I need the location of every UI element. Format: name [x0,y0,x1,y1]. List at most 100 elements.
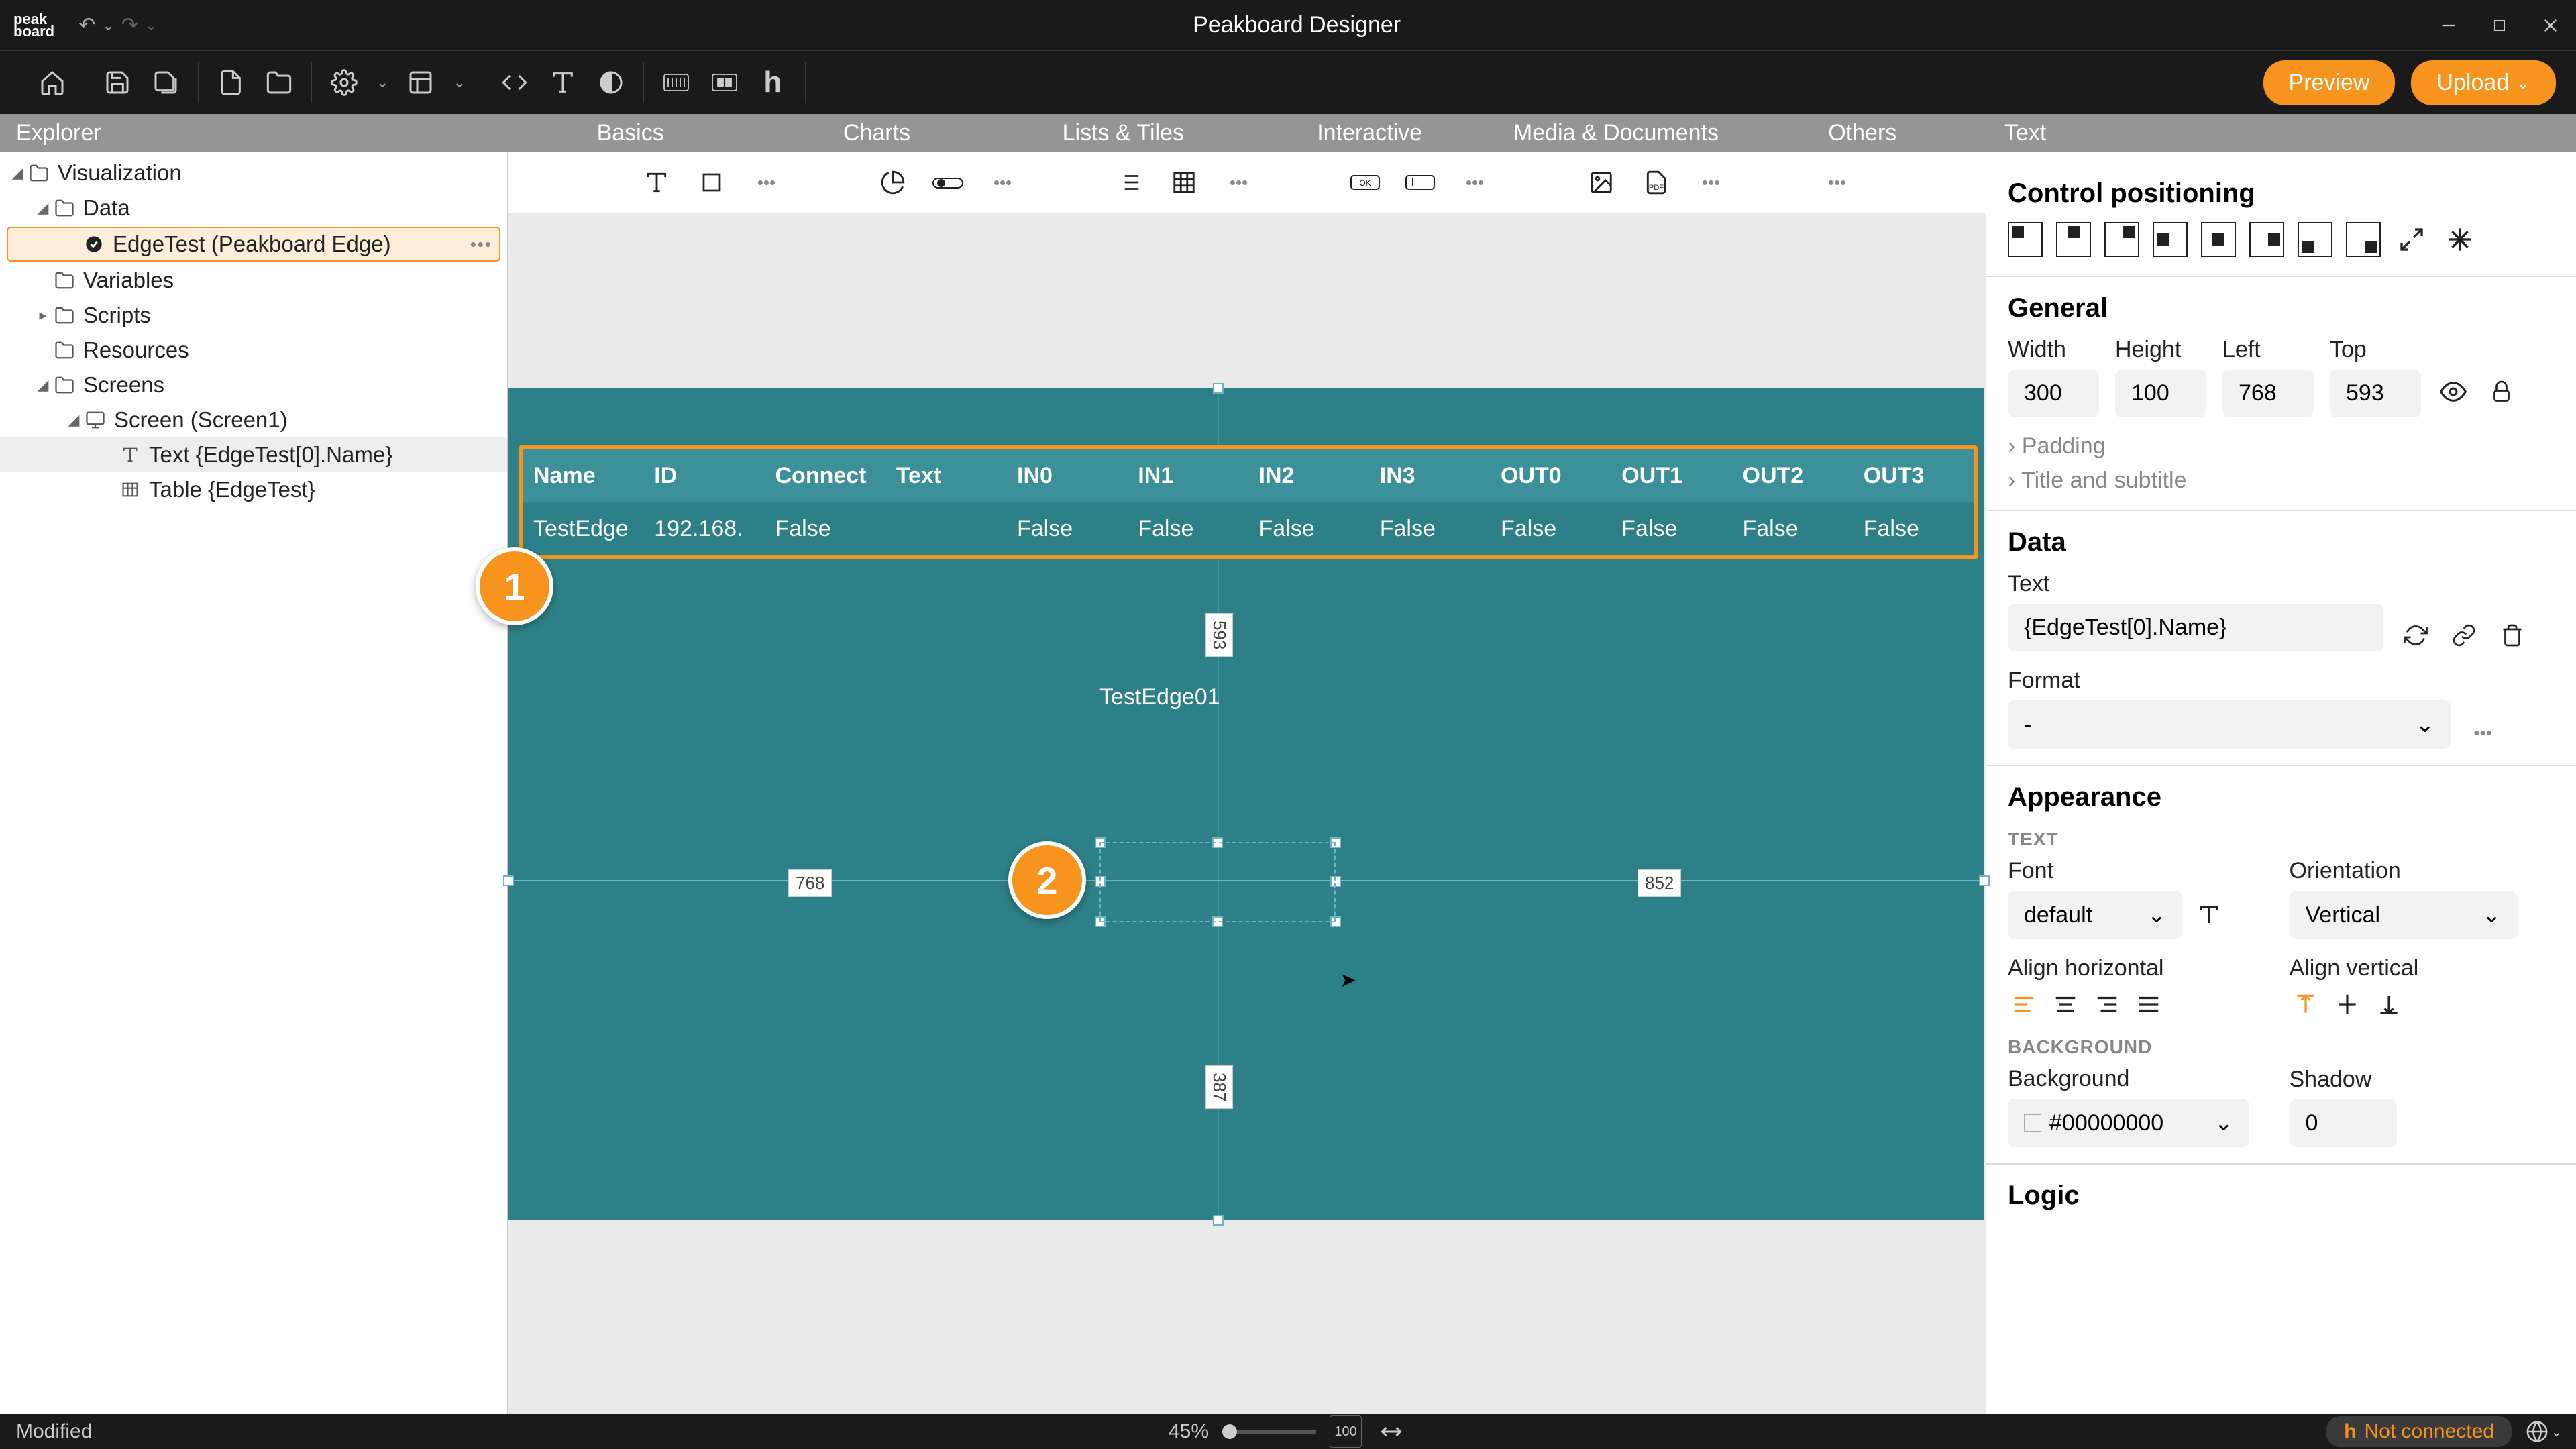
align-bottom-icon[interactable] [2373,988,2405,1020]
link-icon[interactable] [2448,619,2480,651]
font-icon[interactable] [547,66,579,99]
pos-mid-right-icon[interactable] [2249,222,2284,257]
grid-icon[interactable] [1168,166,1200,199]
globe-icon[interactable]: ⌄ [2528,1415,2560,1448]
more-icon[interactable]: ••• [1223,166,1255,199]
tree-screen1[interactable]: ◢Screen (Screen1) [0,402,507,437]
chevron-down-icon[interactable]: ⌄ [376,74,388,91]
pos-top-right-icon[interactable] [2104,222,2139,257]
background-input[interactable]: #00000000⌄ [2008,1099,2249,1147]
tree-screens[interactable]: ◢Screens [0,368,507,402]
more-icon[interactable]: ••• [470,234,492,255]
font-edit-icon[interactable] [2193,899,2225,931]
align-middle-icon[interactable] [2331,988,2363,1020]
close-icon[interactable] [2538,13,2563,38]
align-right-icon[interactable] [2091,988,2123,1020]
tree-data[interactable]: ◢Data [0,191,507,225]
expand-icon[interactable] [2394,222,2429,257]
home-icon[interactable] [36,66,68,99]
align-top-icon[interactable] [2290,988,2322,1020]
redo-dropdown-icon[interactable]: ⌄ [145,17,157,34]
pos-bot-left-icon[interactable] [2298,222,2332,257]
more-icon[interactable]: ••• [1695,166,1727,199]
tree-text-item[interactable]: Text {EdgeTest[0].Name} [0,437,507,472]
guide-handle[interactable] [1213,383,1224,394]
delete-icon[interactable] [2496,619,2528,651]
gauge-icon[interactable] [932,166,964,199]
text-value-input[interactable] [2008,604,2383,651]
tree-visualization[interactable]: ◢Visualization [0,156,507,191]
save-all-icon[interactable] [150,66,182,99]
top-input[interactable] [2330,370,2421,417]
padding-disclosure[interactable]: › Padding [2008,433,2555,460]
pos-bot-right-icon[interactable] [2346,222,2381,257]
input-icon[interactable] [1404,166,1436,199]
preview-button[interactable]: Preview [2263,60,2396,105]
tree-data-item[interactable]: EdgeTest (Peakboard Edge)••• [7,227,500,262]
pos-top-left-icon[interactable] [2008,222,2043,257]
qr-icon[interactable] [708,66,741,99]
text-control-icon[interactable] [641,166,673,199]
align-center-icon[interactable] [2049,988,2082,1020]
zoom-thumb[interactable] [1222,1424,1237,1439]
tree-variables[interactable]: Variables [0,263,507,298]
pos-mid-left-icon[interactable] [2153,222,2188,257]
pos-center-icon[interactable] [2201,222,2236,257]
pie-chart-icon[interactable] [877,166,909,199]
canvas-stage[interactable]: 593 387 Name ID Connect Text IN0 IN1 IN2… [508,213,1986,1414]
redo-icon[interactable]: ↷ [121,13,138,37]
new-file-icon[interactable] [215,66,247,99]
lock-icon[interactable] [2485,376,2518,408]
tab-interactive[interactable]: Interactive [1246,114,1493,152]
collapse-icon[interactable]: ◢ [34,199,52,217]
barcode-icon[interactable] [660,66,692,99]
shrink-icon[interactable] [2443,222,2477,257]
list-icon[interactable] [1113,166,1145,199]
refresh-icon[interactable] [2400,619,2432,651]
more-icon[interactable]: ••• [987,166,1019,199]
more-icon[interactable]: ••• [1821,166,1854,199]
settings-icon[interactable] [328,66,360,99]
undo-icon[interactable]: ↶ [78,13,95,37]
maximize-icon[interactable] [2487,13,2512,38]
more-icon[interactable]: ••• [2467,716,2499,749]
more-icon[interactable]: ••• [1459,166,1491,199]
collapse-icon[interactable]: ◢ [34,376,52,394]
pos-top-center-icon[interactable] [2056,222,2091,257]
tab-basics[interactable]: Basics [507,114,753,152]
align-left-icon[interactable] [2008,988,2040,1020]
tree-resources[interactable]: Resources [0,333,507,368]
fit-width-icon[interactable] [1375,1415,1407,1448]
format-select[interactable]: -⌄ [2008,700,2451,749]
guide-handle[interactable] [1979,875,1990,886]
minimize-icon[interactable] [2436,13,2461,38]
image-icon[interactable] [1585,166,1617,199]
canvas-table[interactable]: Name ID Connect Text IN0 IN1 IN2 IN3 OUT… [519,445,1978,559]
tree-table-item[interactable]: Table {EdgeTest} [0,472,507,507]
connection-status[interactable]: h Not connected [2326,1416,2512,1447]
guide-handle[interactable] [503,875,514,886]
templates-icon[interactable] [405,66,437,99]
pdf-icon[interactable]: PDF [1640,166,1672,199]
width-input[interactable] [2008,370,2099,417]
tab-media[interactable]: Media & Documents [1493,114,1739,152]
orientation-select[interactable]: Vertical⌄ [2290,891,2518,939]
tab-charts[interactable]: Charts [753,114,1000,152]
title-disclosure[interactable]: › Title and subtitle [2008,468,2555,494]
undo-dropdown-icon[interactable]: ⌄ [102,17,114,34]
height-input[interactable] [2115,370,2206,417]
save-icon[interactable] [101,66,133,99]
tree-scripts[interactable]: ▸Scripts [0,298,507,333]
rect-control-icon[interactable] [696,166,728,199]
visibility-icon[interactable] [2437,376,2469,408]
more-icon[interactable]: ••• [751,166,783,199]
code-icon[interactable] [498,66,531,99]
button-icon[interactable]: OK [1349,166,1381,199]
selected-text-control[interactable]: TestEdge01 [1099,684,1334,738]
shadow-input[interactable] [2290,1099,2397,1147]
h-icon[interactable]: h [757,66,789,99]
font-select[interactable]: default⌄ [2008,891,2182,939]
collapse-icon[interactable]: ◢ [64,411,83,429]
collapse-icon[interactable]: ◢ [8,164,27,182]
open-folder-icon[interactable] [263,66,295,99]
